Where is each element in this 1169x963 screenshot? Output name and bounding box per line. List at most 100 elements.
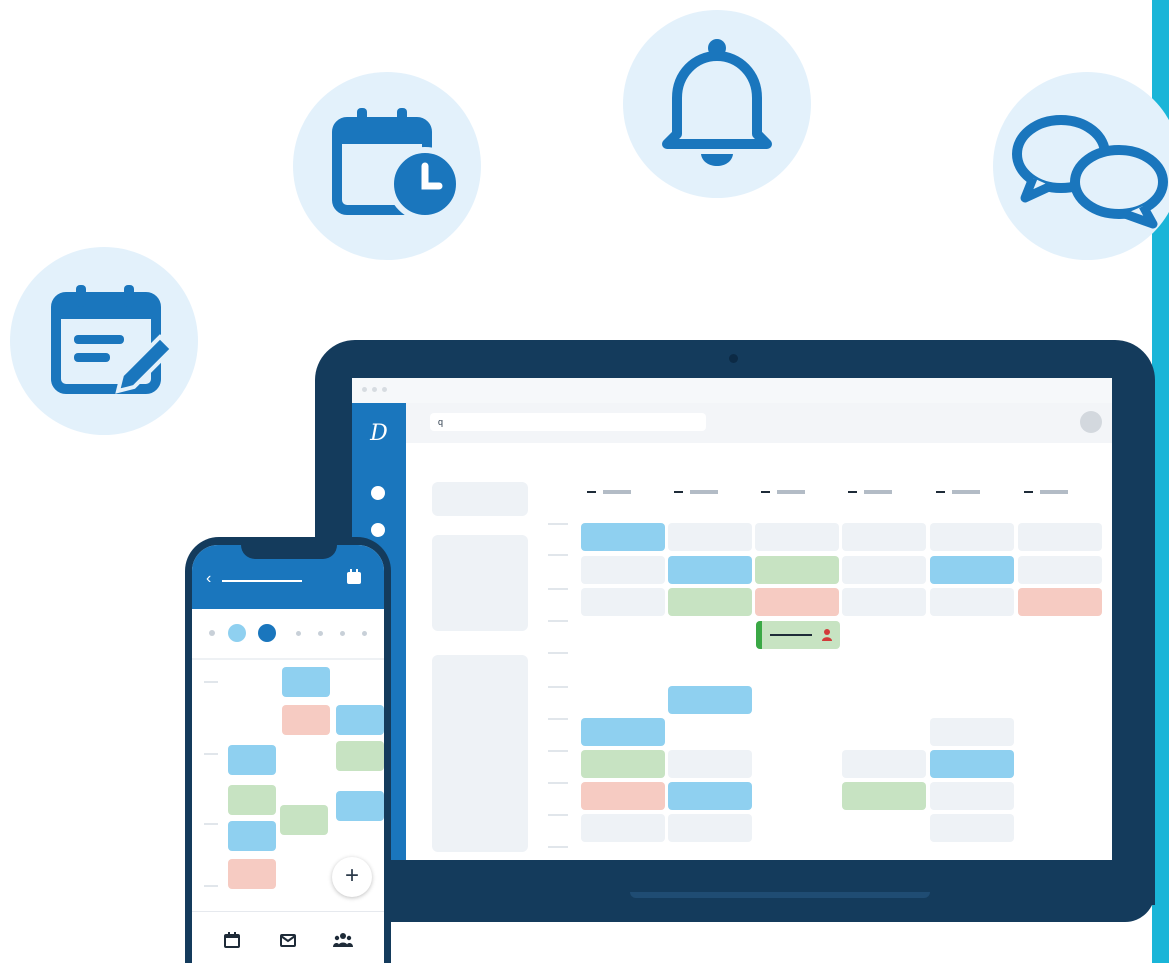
bell-bubble xyxy=(623,10,811,198)
day-header-dash xyxy=(848,491,857,493)
back-icon[interactable]: ‹ xyxy=(206,571,211,587)
calendar-cell[interactable] xyxy=(581,782,665,810)
selected-event-card[interactable] xyxy=(756,621,840,649)
time-tick xyxy=(204,823,218,825)
day-header-dash xyxy=(936,491,945,493)
team-icon[interactable] xyxy=(333,930,353,950)
time-tick xyxy=(204,681,218,683)
search-input[interactable]: q xyxy=(430,413,706,431)
calendar-cell[interactable] xyxy=(668,588,752,616)
window-dot[interactable] xyxy=(382,387,387,392)
calendar-cell[interactable] xyxy=(755,523,839,551)
time-tick xyxy=(548,620,568,622)
mobile-event[interactable] xyxy=(228,821,276,851)
mobile-header-title xyxy=(222,580,302,582)
calendar-cell[interactable] xyxy=(668,782,752,810)
calendar-cell[interactable] xyxy=(842,750,926,778)
calendar-cell[interactable] xyxy=(930,718,1014,746)
window-dot[interactable] xyxy=(362,387,367,392)
calendar-cell[interactable] xyxy=(1018,556,1102,584)
mobile-event[interactable] xyxy=(336,705,384,735)
edit-calendar-bubble xyxy=(10,247,198,435)
day-header-label xyxy=(777,490,805,494)
week-day-dot[interactable] xyxy=(362,630,367,636)
week-day-dot[interactable] xyxy=(296,630,301,636)
calendar-icon[interactable] xyxy=(222,930,242,950)
time-tick xyxy=(548,652,568,654)
bell-icon xyxy=(662,39,772,166)
time-tick xyxy=(548,782,568,784)
window-dot[interactable] xyxy=(372,387,377,392)
mobile-event[interactable] xyxy=(228,859,276,889)
calendar-cell[interactable] xyxy=(930,556,1014,584)
add-event-button[interactable]: + xyxy=(332,857,372,897)
sidebar-nav-item[interactable] xyxy=(371,486,385,500)
laptop-camera xyxy=(729,354,738,363)
calendar-cell[interactable] xyxy=(930,814,1014,842)
calendar-cell[interactable] xyxy=(581,750,665,778)
calendar-cell[interactable] xyxy=(581,588,665,616)
laptop-base-shine xyxy=(630,892,930,898)
desktop-app-screen: D q xyxy=(352,378,1112,860)
filter-panel[interactable] xyxy=(432,655,528,852)
calendar-cell[interactable] xyxy=(668,814,752,842)
filter-panel[interactable] xyxy=(432,535,528,631)
event-title-line xyxy=(770,634,812,636)
app-logo: D xyxy=(370,421,388,446)
week-day-dot[interactable] xyxy=(340,630,345,636)
day-header-label xyxy=(690,490,718,494)
filter-panel[interactable] xyxy=(432,482,528,516)
calendar-cell[interactable] xyxy=(930,523,1014,551)
event-accent-bar xyxy=(756,621,762,649)
mobile-event[interactable] xyxy=(336,741,384,771)
calendar-cell[interactable] xyxy=(930,782,1014,810)
calendar-cell[interactable] xyxy=(581,718,665,746)
mobile-event[interactable] xyxy=(228,785,276,815)
calendar-cell[interactable] xyxy=(1018,523,1102,551)
calendar-cell[interactable] xyxy=(581,556,665,584)
chat-bubble xyxy=(993,72,1169,260)
mobile-event[interactable] xyxy=(280,805,328,835)
calendar-cell[interactable] xyxy=(668,686,752,714)
mobile-event[interactable] xyxy=(228,745,276,775)
day-header-label xyxy=(864,490,892,494)
day-header-label xyxy=(952,490,980,494)
time-tick xyxy=(548,718,568,720)
calendar-cell[interactable] xyxy=(930,588,1014,616)
calendar-cell[interactable] xyxy=(930,750,1014,778)
calendar-cell[interactable] xyxy=(668,556,752,584)
calendar-cell[interactable] xyxy=(755,588,839,616)
search-icon: q xyxy=(438,417,444,427)
time-tick xyxy=(548,523,568,525)
calendar-cell[interactable] xyxy=(581,523,665,551)
mobile-event[interactable] xyxy=(282,705,330,735)
person-icon xyxy=(822,629,832,641)
calendar-cell[interactable] xyxy=(842,556,926,584)
time-tick xyxy=(204,753,218,755)
day-header-dash xyxy=(761,491,770,493)
sidebar-nav-item[interactable] xyxy=(371,523,385,537)
time-tick xyxy=(548,588,568,590)
mobile-event[interactable] xyxy=(282,667,330,697)
calendar-cell[interactable] xyxy=(842,782,926,810)
calendar-cell[interactable] xyxy=(1018,588,1102,616)
calendar-cell[interactable] xyxy=(755,556,839,584)
week-day-dot[interactable] xyxy=(209,630,215,636)
time-tick xyxy=(548,686,568,688)
calendar-icon[interactable] xyxy=(346,569,362,585)
time-tick xyxy=(204,885,218,887)
week-day-dot[interactable] xyxy=(228,624,246,642)
calendar-cell[interactable] xyxy=(581,814,665,842)
time-tick xyxy=(548,846,568,848)
calendar-cell[interactable] xyxy=(842,588,926,616)
chat-bubbles-icon xyxy=(1012,115,1168,229)
calendar-cell[interactable] xyxy=(668,750,752,778)
week-day-dot[interactable] xyxy=(258,624,276,642)
time-tick xyxy=(548,750,568,752)
calendar-cell[interactable] xyxy=(668,523,752,551)
mobile-event[interactable] xyxy=(336,791,384,821)
calendar-cell[interactable] xyxy=(842,523,926,551)
mail-icon[interactable] xyxy=(278,930,298,950)
week-day-dot[interactable] xyxy=(318,630,323,636)
avatar[interactable] xyxy=(1080,411,1102,433)
